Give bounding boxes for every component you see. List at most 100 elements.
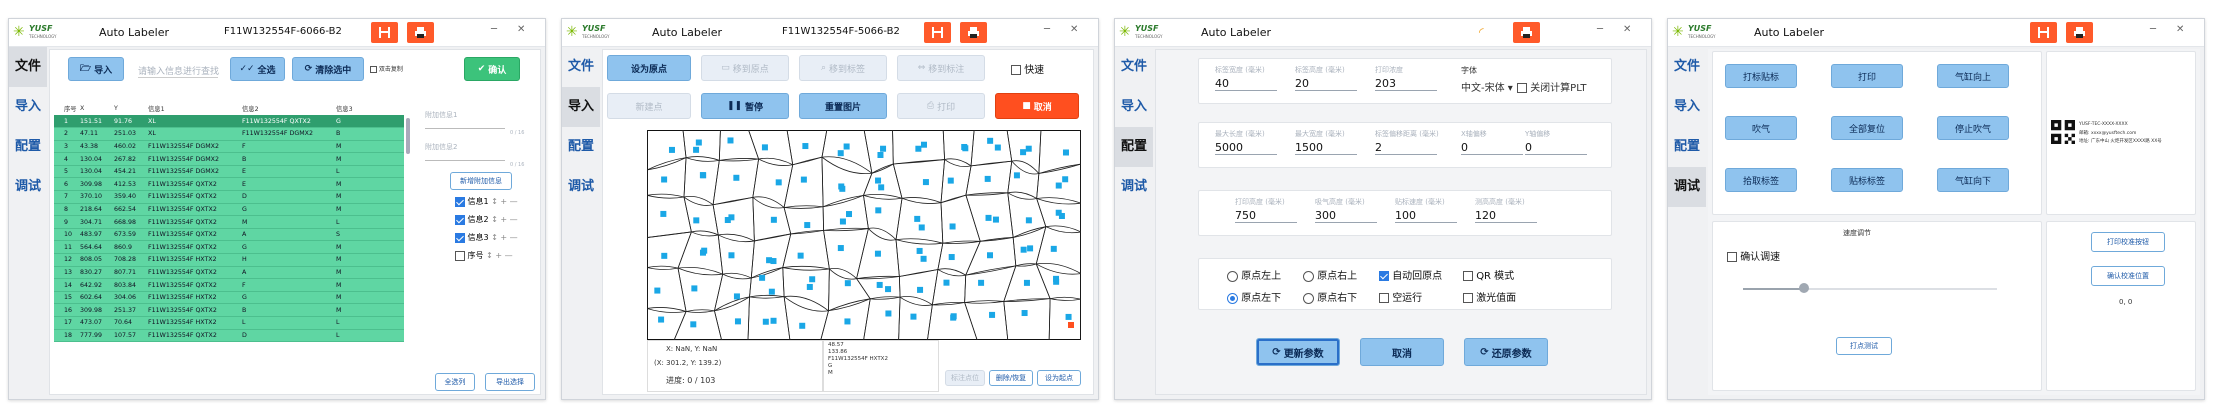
table-row[interactable]: 16 309.98 251.37 F11W132554F QXTX2 B M — [54, 303, 404, 317]
label-point[interactable] — [728, 252, 735, 259]
label-point[interactable] — [985, 214, 992, 221]
radio[interactable] — [1227, 270, 1238, 282]
label-point[interactable] — [690, 321, 697, 328]
debug-action-button[interactable]: 停止吹气 — [1937, 116, 2009, 140]
printer-button[interactable] — [1513, 22, 1540, 43]
auto-return-origin-checkbox[interactable]: 自动回原点 — [1379, 267, 1442, 282]
label-point[interactable] — [987, 137, 994, 144]
checkbox[interactable] — [455, 196, 465, 207]
label-point[interactable] — [733, 293, 740, 300]
font-select[interactable]: 中文-宋体 ▾ — [1461, 79, 1513, 94]
label-point[interactable] — [947, 177, 954, 184]
label-point[interactable] — [654, 287, 661, 294]
printer-button[interactable] — [2066, 22, 2093, 43]
debug-action-button[interactable]: 打标贴标 — [1725, 64, 1797, 88]
layout-canvas[interactable] — [647, 130, 1081, 340]
field-toggle[interactable]: 序号 ↕ + — — [455, 250, 518, 268]
param-input[interactable]: 1500 — [1295, 141, 1357, 155]
label-point[interactable] — [920, 141, 927, 148]
label-point[interactable] — [661, 176, 668, 183]
label-point[interactable] — [885, 310, 892, 317]
set-start-button[interactable]: 设为起点 — [1037, 370, 1081, 386]
fast-checkbox[interactable]: 快速 — [1011, 61, 1044, 76]
table-scrollbar[interactable] — [406, 118, 410, 154]
label-point[interactable] — [700, 172, 707, 179]
label-point[interactable] — [920, 255, 927, 262]
label-point[interactable] — [916, 247, 923, 254]
minimize-icon[interactable]: ─ — [491, 24, 497, 35]
label-point[interactable] — [910, 313, 917, 320]
label-point[interactable] — [1021, 310, 1028, 317]
param-input[interactable]: 20 — [1295, 77, 1357, 91]
checkbox[interactable] — [1379, 271, 1389, 281]
close-icon[interactable]: ✕ — [2176, 24, 2184, 35]
table-row[interactable]: 9 304.71 668.98 F11W132554F QXTX2 M L — [54, 215, 404, 229]
param-input[interactable]: 40 — [1215, 77, 1277, 91]
debug-action-button[interactable]: 全部复位 — [1831, 116, 1903, 140]
import-button[interactable]: 🗁 导入 — [68, 57, 124, 81]
label-point[interactable] — [693, 146, 700, 153]
label-point[interactable] — [800, 176, 807, 183]
table-row[interactable]: 13 830.27 807.71 F11W132554F QXTX2 A M — [54, 266, 404, 280]
label-point[interactable] — [1050, 245, 1057, 252]
minimize-icon[interactable]: ─ — [2150, 24, 2156, 35]
label-point[interactable] — [992, 216, 999, 223]
label-point[interactable] — [695, 139, 702, 146]
debug-action-button[interactable]: 贴标标签 — [1831, 168, 1903, 192]
label-point[interactable] — [843, 143, 850, 150]
printer-button[interactable] — [960, 22, 987, 43]
move-to-label-button[interactable]: ⌕ 移到标签 — [799, 55, 887, 81]
table-row[interactable]: 15 602.64 304.06 F11W132554F HXTX2 G M — [54, 291, 404, 305]
checkbox[interactable] — [455, 232, 465, 243]
origin-top-left-radio[interactable]: 原点左上 — [1227, 267, 1281, 282]
sidebar-item-config[interactable]: 配置 — [1668, 127, 1706, 167]
table-row[interactable]: 7 370.10 359.40 F11W132554F QXTX2 D M — [54, 190, 404, 204]
label-point[interactable] — [661, 252, 668, 259]
checkbox[interactable] — [1379, 293, 1389, 303]
table-row[interactable]: 1 151.51 91.76 XL F11W132554F QXTX2 G — [54, 115, 404, 129]
label-point[interactable] — [768, 288, 775, 295]
label-point[interactable] — [799, 322, 806, 329]
restore-params-button[interactable]: ⟳ 还原参数 — [1464, 338, 1548, 366]
close-icon[interactable]: ✕ — [1623, 24, 1631, 35]
clear-selection-button[interactable]: ⟳ 清除选中 — [292, 57, 364, 81]
label-point[interactable] — [1058, 212, 1065, 219]
label-point[interactable] — [885, 286, 892, 293]
dot-test-button[interactable]: 打点测试 — [1836, 337, 1892, 355]
save-button[interactable] — [371, 22, 398, 43]
label-point[interactable] — [770, 317, 777, 324]
checkbox[interactable] — [455, 214, 465, 225]
param-input[interactable]: 750 — [1235, 209, 1297, 223]
move-to-mark-button[interactable]: ⇔ 移到标注 — [897, 55, 985, 81]
label-point[interactable] — [844, 280, 851, 287]
label-point[interactable] — [874, 250, 881, 257]
label-point[interactable] — [734, 318, 741, 325]
confirm-calibration-button[interactable]: 确认校准位置 — [2091, 266, 2165, 286]
table-row[interactable]: 14 642.92 803.84 F11W132554F QXTX2 F M — [54, 278, 404, 292]
param-input[interactable]: 300 — [1315, 209, 1377, 223]
sidebar-item-debug[interactable]: 调试 — [562, 167, 600, 207]
debug-action-button[interactable]: 气缸向上 — [1937, 64, 2009, 88]
label-point[interactable] — [922, 179, 929, 186]
table-row[interactable]: 12 808.05 708.28 F11W132554F HXTX2 H M — [54, 253, 404, 267]
table-row[interactable]: 4 130.04 267.82 F11W132554F DGMX2 B M — [54, 152, 404, 166]
label-point[interactable] — [984, 175, 991, 182]
label-point[interactable] — [762, 318, 769, 325]
origin-bottom-left-radio[interactable]: 原点左下 — [1227, 289, 1281, 304]
label-point[interactable] — [943, 279, 950, 286]
table-row[interactable]: 11 564.64 860.9 F11W132554F QXTX2 G M — [54, 240, 404, 255]
speed-slider-thumb[interactable] — [1798, 283, 1809, 293]
sidebar-item-file[interactable]: 文件 — [562, 47, 600, 87]
field-arrows-icon[interactable]: ↕ + — — [491, 197, 518, 206]
debug-action-button[interactable]: 气缸向下 — [1937, 168, 2009, 192]
label-point[interactable] — [837, 150, 844, 157]
double-click-copy-checkbox[interactable]: 双击复制 — [370, 64, 403, 73]
label-point[interactable] — [875, 177, 882, 184]
save-button[interactable] — [2030, 22, 2057, 43]
table-row[interactable]: 10 483.97 673.59 F11W132554F QXTX2 A S — [54, 228, 404, 242]
radio[interactable] — [1303, 292, 1314, 304]
extra-info-2-input[interactable] — [425, 160, 505, 161]
label-point[interactable] — [1062, 149, 1069, 156]
checkbox[interactable] — [1011, 65, 1021, 75]
label-point[interactable] — [1020, 246, 1027, 253]
